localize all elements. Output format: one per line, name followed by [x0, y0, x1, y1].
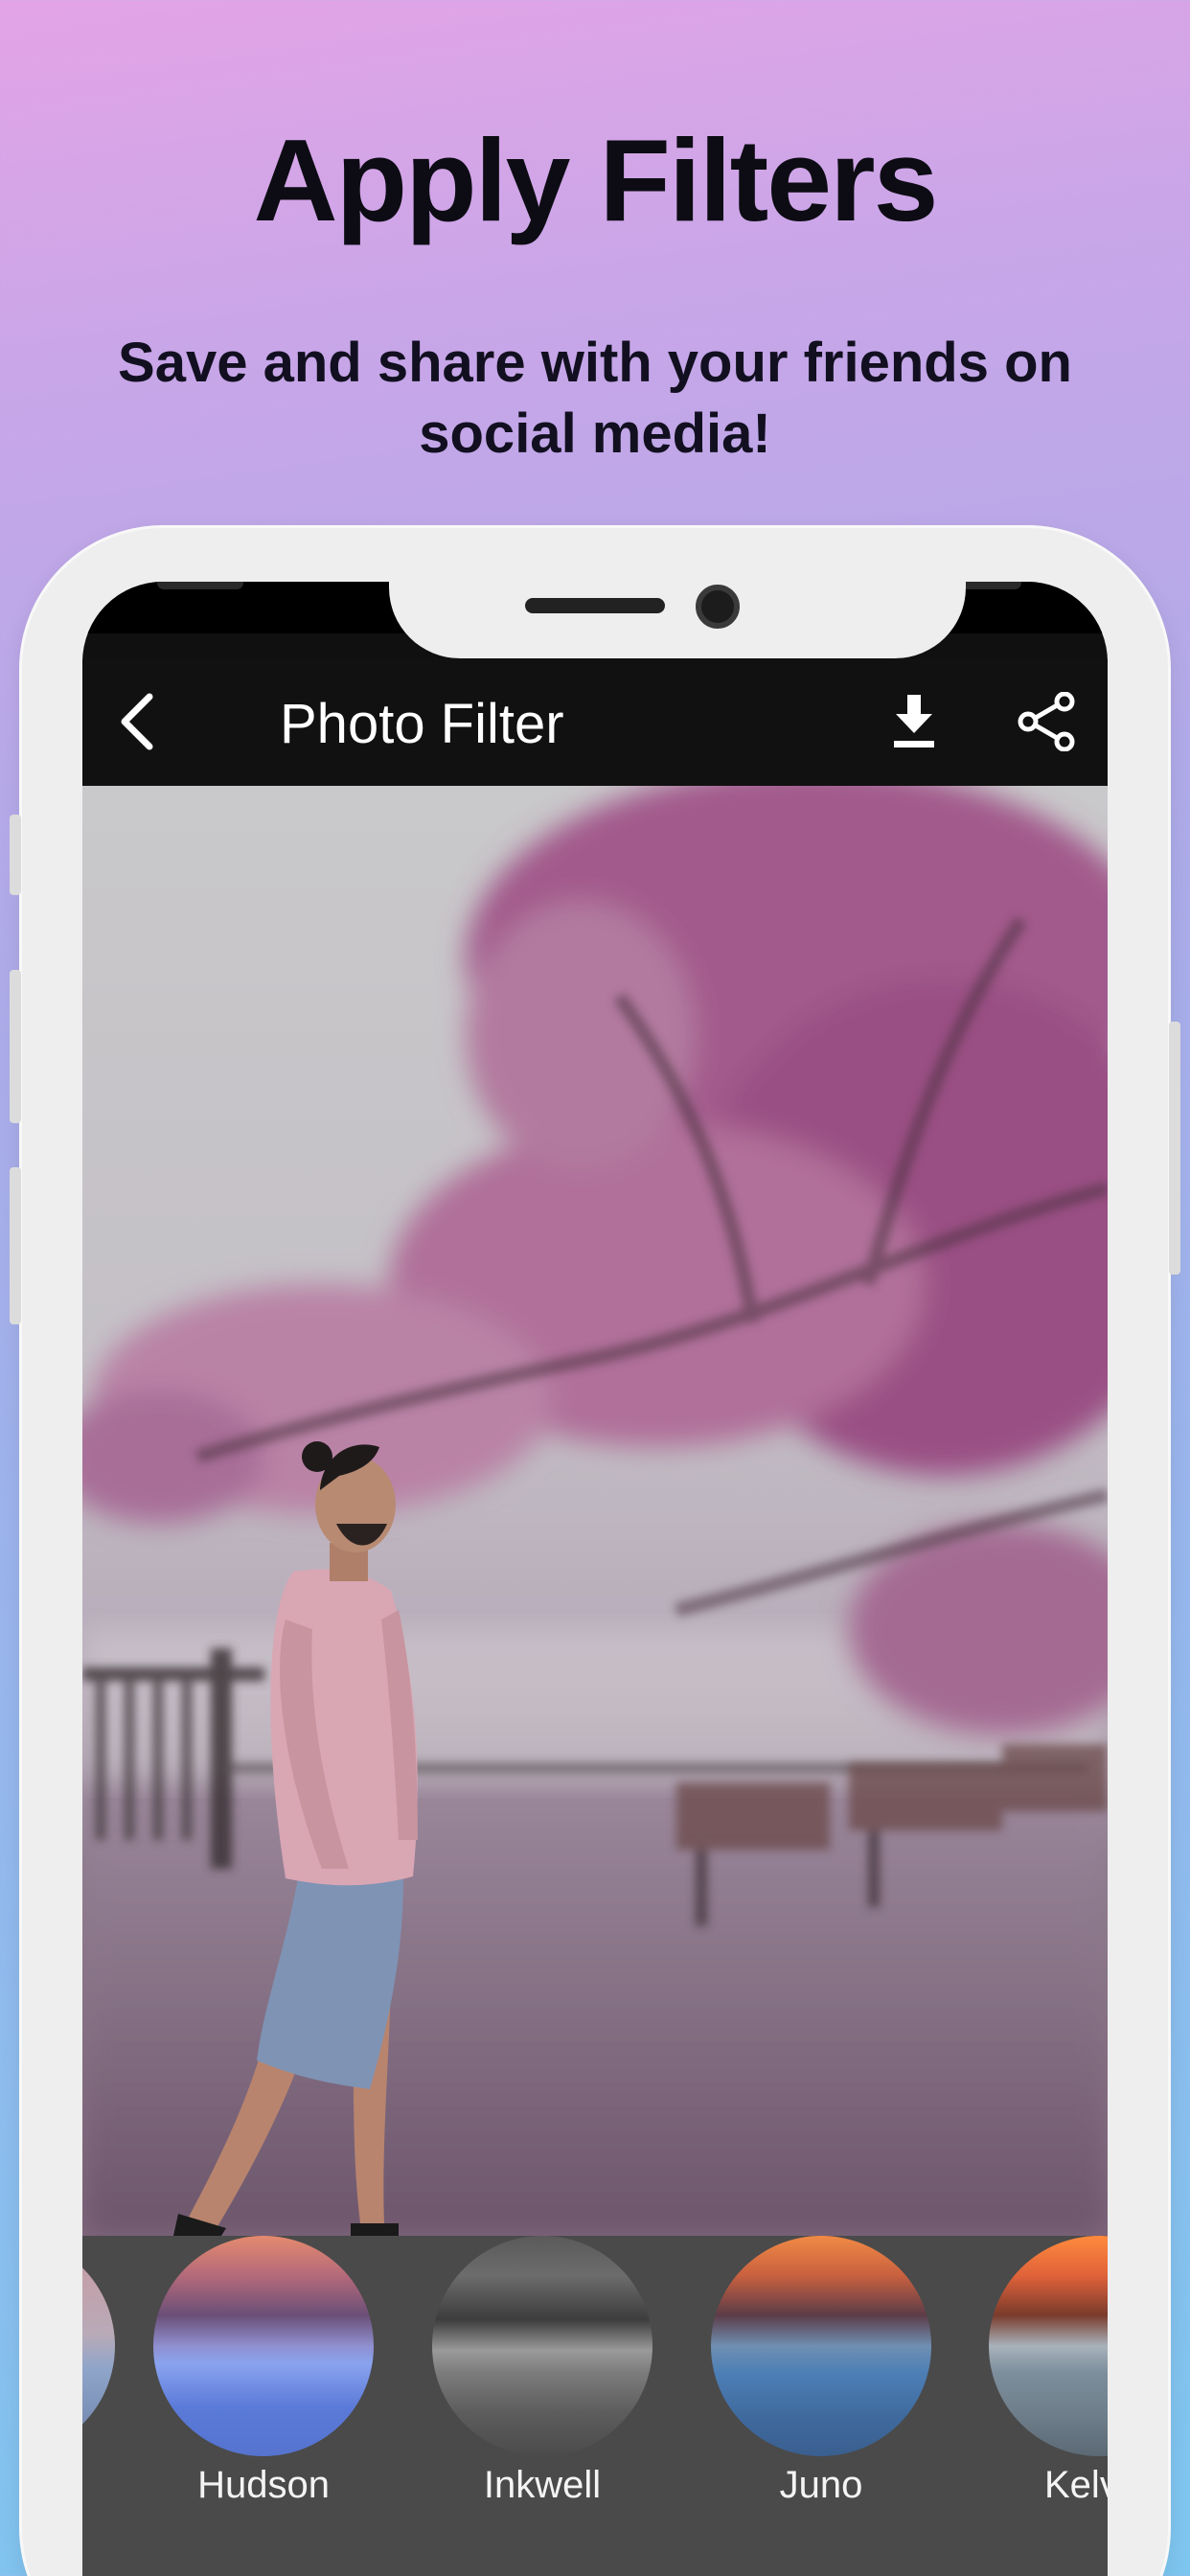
filter-thumbnail-kelvin	[989, 2236, 1108, 2456]
status-time	[157, 582, 243, 589]
filter-item-hudson[interactable]: Hudson	[153, 2236, 374, 2507]
filter-strip: Hudson Inkwell Juno Kelv	[82, 2236, 1108, 2576]
filter-thumbnail	[82, 2236, 115, 2456]
share-icon[interactable]	[1010, 685, 1083, 758]
filter-thumbnail-inkwell	[432, 2236, 652, 2456]
phone-notch	[389, 582, 966, 658]
phone-volume-up	[10, 970, 21, 1123]
phone-mute-switch	[10, 815, 21, 895]
filter-label-kelvin: Kelv	[1044, 2464, 1108, 2506]
filter-item-kelvin[interactable]: Kelv	[989, 2236, 1108, 2507]
promo-subline: Save and share with your friends on soci…	[118, 332, 1072, 465]
filter-label-inkwell: Inkwell	[483, 2464, 602, 2506]
phone-power-button	[1169, 1022, 1180, 1275]
phone-volume-down	[10, 1167, 21, 1324]
app-bar: Photo Filter	[82, 658, 1108, 786]
phone-speaker	[525, 598, 665, 613]
filter-label-hudson: Hudson	[197, 2464, 330, 2506]
app-title: Photo Filter	[280, 693, 564, 755]
edited-photo[interactable]	[82, 786, 1108, 2236]
phone-screen: Photo Filter Hudson Inkwell Juno Kel	[82, 582, 1108, 2576]
filter-item[interactable]	[82, 2236, 115, 2464]
filter-thumbnail-hudson	[153, 2236, 374, 2456]
filter-item-inkwell[interactable]: Inkwell	[432, 2236, 652, 2507]
back-arrow-icon[interactable]	[102, 685, 174, 758]
promo-headline: Apply Filters	[253, 115, 939, 245]
filter-thumbnail-juno	[711, 2236, 931, 2456]
filter-item-juno[interactable]: Juno	[711, 2236, 931, 2507]
download-icon[interactable]	[878, 685, 950, 758]
filter-label-juno: Juno	[779, 2464, 863, 2506]
phone-front-camera	[696, 585, 740, 629]
